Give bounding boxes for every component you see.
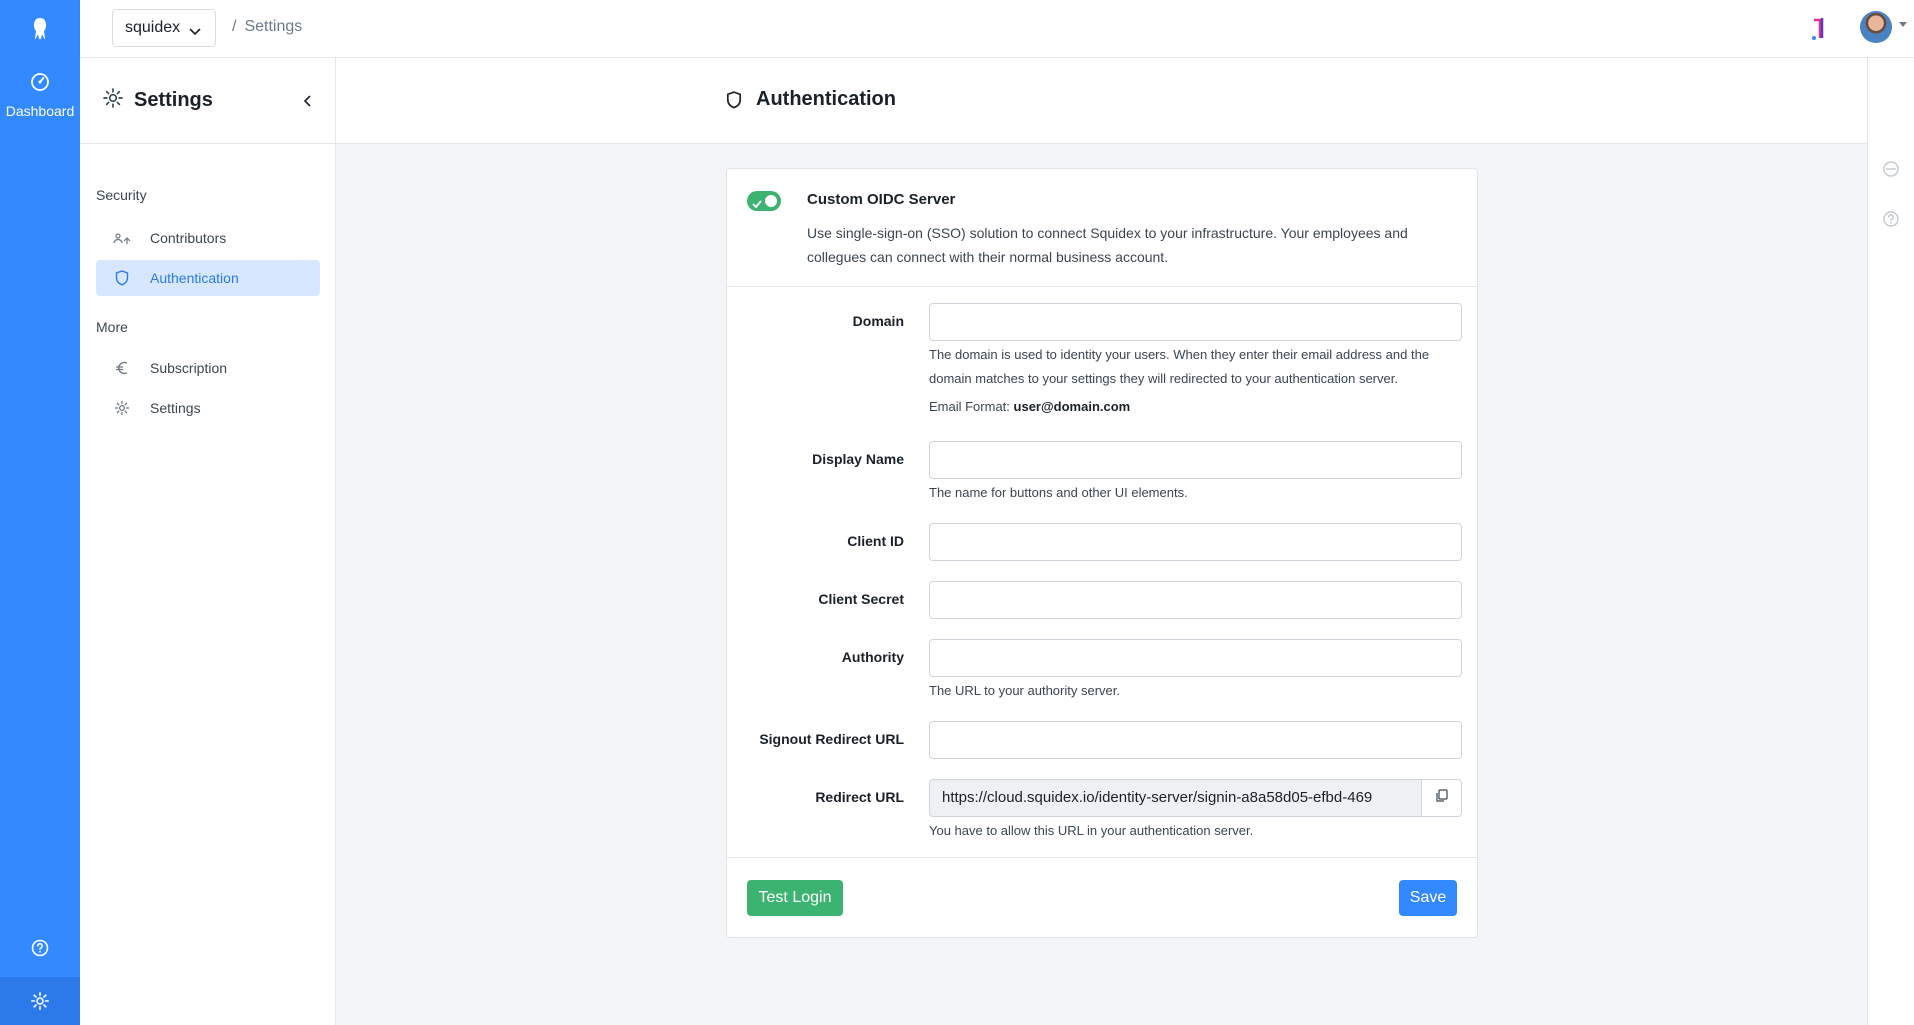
redirect-url-label: Redirect URL bbox=[815, 789, 904, 805]
client-secret-input[interactable] bbox=[929, 581, 1462, 619]
help-circle-icon[interactable] bbox=[1882, 210, 1900, 228]
client-secret-label: Client Secret bbox=[818, 591, 904, 607]
sidebar-item-contributors[interactable]: Contributors bbox=[96, 220, 320, 256]
display-name-input[interactable] bbox=[929, 441, 1462, 479]
authority-hint: The URL to your authority server. bbox=[929, 683, 1120, 698]
domain-hint: The domain is used to identity your user… bbox=[929, 347, 1430, 386]
page-title: Authentication bbox=[726, 88, 896, 111]
signout-redirect-label: Signout Redirect URL bbox=[759, 731, 904, 747]
copy-icon bbox=[1435, 788, 1449, 808]
history-icon[interactable] bbox=[1882, 160, 1900, 178]
card-header: Custom OIDC Server Use single-sign-on (S… bbox=[727, 169, 1477, 287]
shield-icon bbox=[726, 90, 742, 109]
help-icon[interactable] bbox=[0, 930, 80, 966]
sidebar-item-authentication[interactable]: Authentication bbox=[96, 260, 320, 296]
shield-icon bbox=[112, 270, 132, 286]
save-button[interactable]: Save bbox=[1399, 880, 1457, 916]
display-name-hint: The name for buttons and other UI elemen… bbox=[929, 485, 1188, 500]
app-selector[interactable]: squidex bbox=[112, 9, 216, 47]
app-selector-label: squidex bbox=[125, 19, 181, 36]
chevron-left-icon[interactable] bbox=[297, 91, 317, 111]
sidebar-item-label: Authentication bbox=[150, 270, 239, 286]
chevron-down-icon bbox=[189, 23, 201, 41]
card-description: Use single-sign-on (SSO) solution to con… bbox=[807, 225, 1408, 265]
redirect-url-hint: You have to allow this URL in your authe… bbox=[929, 823, 1254, 838]
toggle-knob bbox=[763, 193, 779, 209]
page-title-text: Authentication bbox=[756, 88, 896, 110]
email-format-hint: Email Format: user@domain.com bbox=[929, 395, 1462, 419]
nav-dashboard[interactable]: Dashboard bbox=[0, 58, 80, 128]
email-format-label: Email Format: bbox=[929, 399, 1010, 414]
redirect-url-field[interactable]: https://cloud.squidex.io/identity-server… bbox=[929, 779, 1421, 817]
user-avatar[interactable] bbox=[1860, 11, 1892, 43]
settings-sidebar-title: Settings bbox=[134, 89, 213, 111]
sidebar-item-subscription[interactable]: Subscription bbox=[96, 350, 320, 386]
card-heading: Custom OIDC Server bbox=[807, 191, 956, 208]
gauge-icon bbox=[30, 72, 50, 97]
sidebar-item-label: Subscription bbox=[150, 360, 228, 376]
main-nav: Dashboard bbox=[0, 0, 80, 1025]
settings-gear-icon[interactable] bbox=[0, 977, 80, 1025]
authority-input[interactable] bbox=[929, 639, 1462, 677]
copy-button[interactable] bbox=[1421, 779, 1462, 817]
gear-icon bbox=[112, 400, 132, 416]
sidebar-item-settings[interactable]: Settings bbox=[96, 390, 320, 426]
breadcrumb-current[interactable]: Settings bbox=[244, 18, 302, 35]
client-id-label: Client ID bbox=[847, 533, 904, 549]
sidebar-item-label: Settings bbox=[150, 400, 201, 416]
domain-input[interactable] bbox=[929, 303, 1462, 341]
display-name-label: Display Name bbox=[812, 451, 904, 467]
right-rail bbox=[1867, 58, 1914, 1025]
caret-down-icon[interactable] bbox=[1899, 22, 1907, 27]
group-more-label: More bbox=[96, 319, 128, 335]
check-icon bbox=[752, 195, 762, 213]
breadcrumb: / Settings bbox=[232, 18, 302, 36]
contributors-icon bbox=[112, 231, 132, 245]
email-format-value: user@domain.com bbox=[1013, 399, 1131, 414]
breadcrumb-separator: / bbox=[232, 18, 237, 35]
oidc-settings-card: Custom OIDC Server Use single-sign-on (S… bbox=[726, 168, 1478, 938]
top-bar: squidex / Settings bbox=[80, 0, 1914, 58]
card-footer: Test Login Save bbox=[727, 857, 1477, 937]
euro-icon bbox=[112, 360, 132, 376]
settings-sidebar-header: Settings bbox=[80, 58, 335, 144]
group-security-label: Security bbox=[96, 187, 147, 203]
nav-dashboard-label: Dashboard bbox=[5, 103, 75, 119]
test-login-button[interactable]: Test Login bbox=[747, 880, 843, 916]
settings-sidebar: Settings Security Contributors Authentic… bbox=[80, 58, 336, 1025]
page-header: Authentication bbox=[336, 58, 1872, 144]
squidex-logo-icon[interactable] bbox=[0, 0, 80, 58]
signout-redirect-input[interactable] bbox=[929, 721, 1462, 759]
sidebar-item-label: Contributors bbox=[150, 230, 227, 246]
gear-icon bbox=[102, 87, 124, 114]
notifications-brand-icon[interactable] bbox=[1808, 16, 1832, 42]
authority-label: Authority bbox=[841, 649, 904, 665]
domain-label: Domain bbox=[852, 313, 904, 329]
custom-oidc-toggle[interactable] bbox=[747, 191, 781, 211]
client-id-input[interactable] bbox=[929, 523, 1462, 561]
